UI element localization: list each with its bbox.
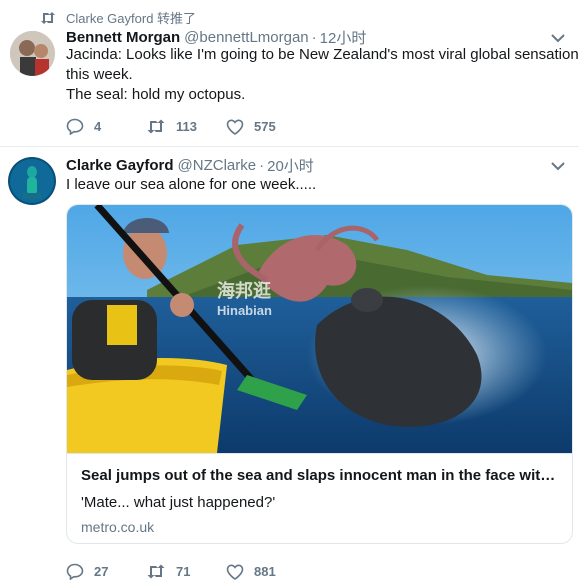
tweet-text-line: The seal: hold my octopus. (66, 86, 246, 103)
heart-icon (226, 563, 244, 580)
card-description: 'Mate... what just happened?' (81, 494, 276, 511)
separator-dot: · (311, 29, 317, 46)
retweet-button[interactable]: 113 (146, 119, 226, 134)
tweet-text: Jacinda: Looks like I'm going to be New … (66, 45, 579, 105)
like-count: 575 (254, 119, 276, 134)
avatar-bennett-morgan[interactable] (10, 31, 55, 76)
tweet-time[interactable]: 20小时 (267, 155, 314, 176)
card-title[interactable]: Seal jumps out of the sea and slaps inno… (81, 467, 561, 484)
like-button[interactable]: 575 (226, 118, 306, 135)
tweet-text-line: Jacinda: Looks like I'm going to be New … (66, 46, 579, 63)
retweet-notice-text: Clarke Gayford 转推了 (66, 11, 197, 26)
retweet-notice: Clarke Gayford 转推了 (40, 8, 196, 27)
card-domain: metro.co.uk (81, 519, 155, 535)
card-body: Seal jumps out of the sea and slaps inno… (67, 453, 572, 543)
reply-icon (66, 563, 84, 580)
watermark: 海邦逛 Hinabian (217, 277, 272, 318)
retweet-count: 71 (176, 564, 191, 579)
tweet-text: I leave our sea alone for one week..... (66, 175, 316, 195)
chevron-down-icon[interactable] (551, 158, 565, 176)
tweet-header: Clarke Gayford @NZClarke · 20小时 (66, 155, 314, 176)
retweet-icon (41, 11, 55, 24)
heart-icon (226, 118, 244, 135)
tweet-bennett-morgan[interactable]: Clarke Gayford 转推了 Bennett Morgan @benne… (0, 0, 579, 147)
separator-dot: · (259, 157, 265, 174)
retweet-count: 113 (176, 119, 197, 134)
author-handle[interactable]: @NZClarke (178, 157, 257, 174)
reply-count: 27 (94, 564, 109, 579)
tweet-text-line: this week. (66, 66, 133, 83)
like-count: 881 (254, 564, 276, 579)
reply-button[interactable]: 4 (66, 118, 146, 135)
retweet-button[interactable]: 71 (146, 564, 226, 579)
tweet-actions: 27 71 881 (66, 563, 306, 580)
author-name[interactable]: Clarke Gayford (66, 157, 174, 174)
tweet-text-line: I leave our sea alone for one week..... (66, 176, 317, 193)
retweet-icon (147, 119, 165, 134)
card-image (67, 205, 572, 453)
author-name[interactable]: Bennett Morgan (66, 29, 180, 46)
watermark-cn: 海邦逛 (217, 281, 271, 301)
tweet-clarke-gayford[interactable]: Clarke Gayford @NZClarke · 20小时 I leave … (0, 147, 579, 585)
avatar-clarke-gayford[interactable] (8, 157, 56, 205)
watermark-en: Hinabian (217, 303, 272, 318)
tweet-actions: 4 113 575 (66, 118, 306, 135)
author-handle[interactable]: @bennettLmorgan (184, 29, 308, 46)
reply-count: 4 (94, 119, 102, 134)
retweet-icon (147, 564, 165, 579)
reply-icon (66, 118, 84, 135)
reply-button[interactable]: 27 (66, 563, 146, 580)
link-card[interactable]: 海邦逛 Hinabian Seal jumps out of the sea a… (66, 204, 573, 544)
like-button[interactable]: 881 (226, 563, 306, 580)
